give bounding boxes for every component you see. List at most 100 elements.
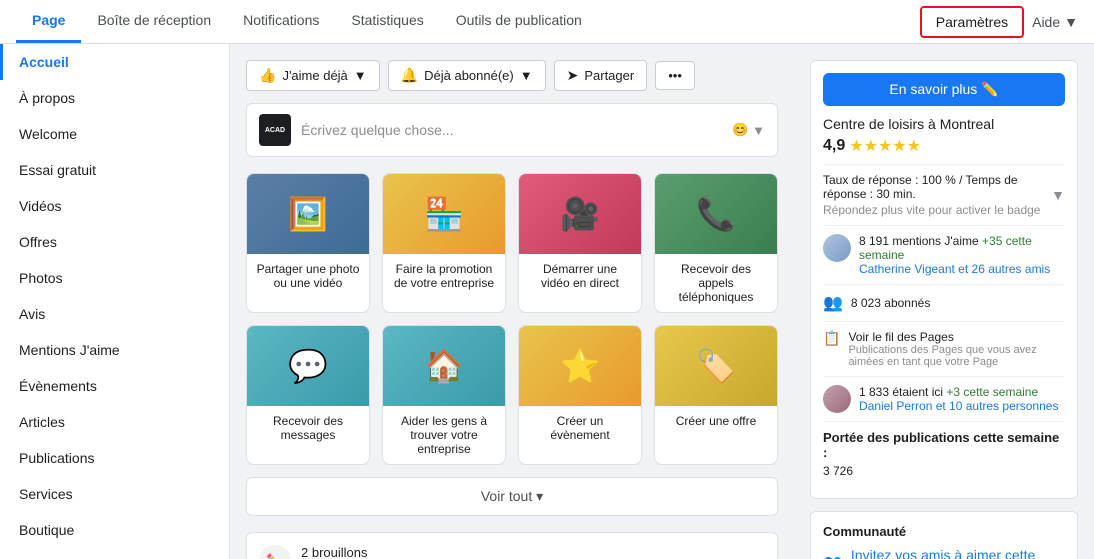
sidebar-item-articles[interactable]: Articles [0,404,229,440]
post-options: 😊 ▼ [732,122,765,138]
card-image-video: 🎥 [519,174,641,254]
response-rate-row: Taux de réponse : 100 % / Temps de répon… [823,164,1065,225]
fil-row: 📋 Voir le fil des Pages Publications des… [823,321,1065,376]
sidebar-item-publications[interactable]: Publications [0,440,229,476]
thumbs-up-icon: 👍 [259,67,276,84]
etaient-row: 1 833 étaient ici +3 cette semaine Danie… [823,376,1065,421]
tab-notifications[interactable]: Notifications [227,0,335,43]
top-nav: Page Boîte de réception Notifications St… [0,0,1094,44]
card-label-messages: Recevoir des messages [247,406,369,450]
invite-row: 👥 Invitez vos amis à aimer cette Page [823,547,1065,559]
card-image-appels: 📞 [655,174,777,254]
card-label-photo: Partager une photo ou une vidéo [247,254,369,298]
fil-sub: Publications des Pages que vous avez aim… [848,344,1065,368]
chevron-down-icon: ▼ [354,68,367,83]
sidebar-item-avis[interactable]: Avis [0,296,229,332]
portee-label: Portée des publications cette semaine : [823,430,1065,460]
sidebar-item-welcome[interactable]: Welcome [0,116,229,152]
abonnes-text: 8 023 abonnés [851,296,930,310]
params-button[interactable]: Paramètres [920,6,1024,38]
nav-tabs: Page Boîte de réception Notifications St… [16,0,598,43]
bell-icon: 🔔 [401,67,418,84]
card-evenement[interactable]: ⭐ Créer un évènement [518,325,642,465]
card-label-offre: Créer une offre [655,406,777,436]
abonne-button[interactable]: 🔔 Déjà abonné(e) ▼ [388,60,546,91]
fil-title: Voir le fil des Pages [848,330,1065,344]
sidebar-item-services[interactable]: Services [0,476,229,512]
card-label-video: Démarrer une vidéo en direct [519,254,641,298]
card-label-evenement: Créer un évènement [519,406,641,450]
card-promotion[interactable]: 🏪 Faire la promotion de votre entreprise [382,173,506,313]
post-input[interactable]: Écrivez quelque chose... [301,122,722,138]
etaient-friends: Daniel Perron et 10 autres personnes [859,399,1058,413]
people-icon: 👥 [823,293,843,313]
mentions-friends: Catherine Vigeant et 26 autres amis [859,262,1050,276]
en-savoir-button[interactable]: En savoir plus ✏️ [823,73,1065,106]
share-icon: ➤ [567,67,579,84]
card-image-evenement: ⭐ [519,326,641,406]
tab-outils[interactable]: Outils de publication [440,0,598,43]
sidebar-item-boutique[interactable]: Boutique [0,512,229,548]
card-label-promotion: Faire la promotion de votre entreprise [383,254,505,298]
response-rate-text: Taux de réponse : 100 % / Temps de répon… [823,173,1051,201]
post-box[interactable]: ACAD Écrivez quelque chose... 😊 ▼ [246,103,778,157]
tab-page[interactable]: Page [16,0,81,43]
emoji-icon: 😊 [732,122,748,138]
response-sub-text: Répondez plus vite pour activer le badge [823,203,1051,217]
card-image-trouver: 🏠 [383,326,505,406]
stars-display: ★★★★★ [849,136,921,156]
sidebar-item-evenements[interactable]: Évènements [0,368,229,404]
etaient-text: 1 833 étaient ici +3 cette semaine Danie… [859,385,1058,413]
invite-link[interactable]: Invitez vos amis à aimer cette Page [851,547,1065,559]
sidebar: Accueil À propos Welcome Essai gratuit V… [0,44,230,559]
chevron-down-icon[interactable]: ▼ [1051,187,1065,203]
avatar [823,234,851,262]
tab-boite[interactable]: Boîte de réception [81,0,227,43]
sidebar-item-emplois[interactable]: Emplois [0,548,229,559]
partager-button[interactable]: ➤ Partager [554,60,648,91]
portee-row: Portée des publications cette semaine : … [823,421,1065,486]
voir-tout-button[interactable]: Voir tout ▾ [246,477,778,516]
sidebar-item-apropos[interactable]: À propos [0,80,229,116]
fil-icon: 📋 [823,330,840,347]
more-options-icon: ▼ [752,123,765,138]
aide-button[interactable]: Aide ▼ [1032,14,1078,30]
page-logo: ACAD [259,114,291,146]
drafts-item: ✏️ 2 brouillons Dernier brouillon créé m… [246,532,778,559]
card-offre[interactable]: 🏷️ Créer une offre [654,325,778,465]
page-center-title: Centre de loisirs à Montreal [823,116,1065,132]
card-video-direct[interactable]: 🎥 Démarrer une vidéo en direct [518,173,642,313]
nav-right: Paramètres Aide ▼ [920,6,1078,38]
main-layout: Accueil À propos Welcome Essai gratuit V… [0,44,1094,559]
card-image-photo: 🖼️ [247,174,369,254]
card-trouver[interactable]: 🏠 Aider les gens à trouver votre entrepr… [382,325,506,465]
chevron-down-icon: ▼ [520,68,533,83]
mentions-text: 8 191 mentions J'aime +35 cette semaine … [859,234,1065,276]
card-appels[interactable]: 📞 Recevoir des appels téléphoniques [654,173,778,313]
communaute-card: Communauté 👥 Invitez vos amis à aimer ce… [810,511,1078,559]
page-info-card: En savoir plus ✏️ Centre de loisirs à Mo… [810,60,1078,499]
sidebar-item-videos[interactable]: Vidéos [0,188,229,224]
card-label-trouver: Aider les gens à trouver votre entrepris… [383,406,505,464]
sidebar-item-accueil[interactable]: Accueil [0,44,229,80]
card-label-appels: Recevoir des appels téléphoniques [655,254,777,312]
card-image-promotion: 🏪 [383,174,505,254]
mentions-row: 8 191 mentions J'aime +35 cette semaine … [823,225,1065,284]
sidebar-item-essai[interactable]: Essai gratuit [0,152,229,188]
tab-statistiques[interactable]: Statistiques [335,0,439,43]
action-cards: 🖼️ Partager une photo ou une vidéo 🏪 Fai… [246,173,778,465]
communaute-title: Communauté [823,524,1065,539]
card-image-messages: 💬 [247,326,369,406]
card-messages[interactable]: 💬 Recevoir des messages [246,325,370,465]
more-button[interactable]: ••• [655,61,695,90]
jaime-button[interactable]: 👍 J'aime déjà ▼ [246,60,380,91]
action-bar: 👍 J'aime déjà ▼ 🔔 Déjà abonné(e) ▼ ➤ Par… [246,60,778,91]
card-photo-video[interactable]: 🖼️ Partager une photo ou une vidéo [246,173,370,313]
drafts-count: 2 brouillons [301,545,667,559]
sidebar-item-mentions[interactable]: Mentions J'aime [0,332,229,368]
sidebar-item-photos[interactable]: Photos [0,260,229,296]
ellipsis-icon: ••• [668,68,682,83]
sidebar-item-offres[interactable]: Offres [0,224,229,260]
fil-text-container: Voir le fil des Pages Publications des P… [848,330,1065,368]
etaient-green: +3 cette semaine [946,385,1038,399]
